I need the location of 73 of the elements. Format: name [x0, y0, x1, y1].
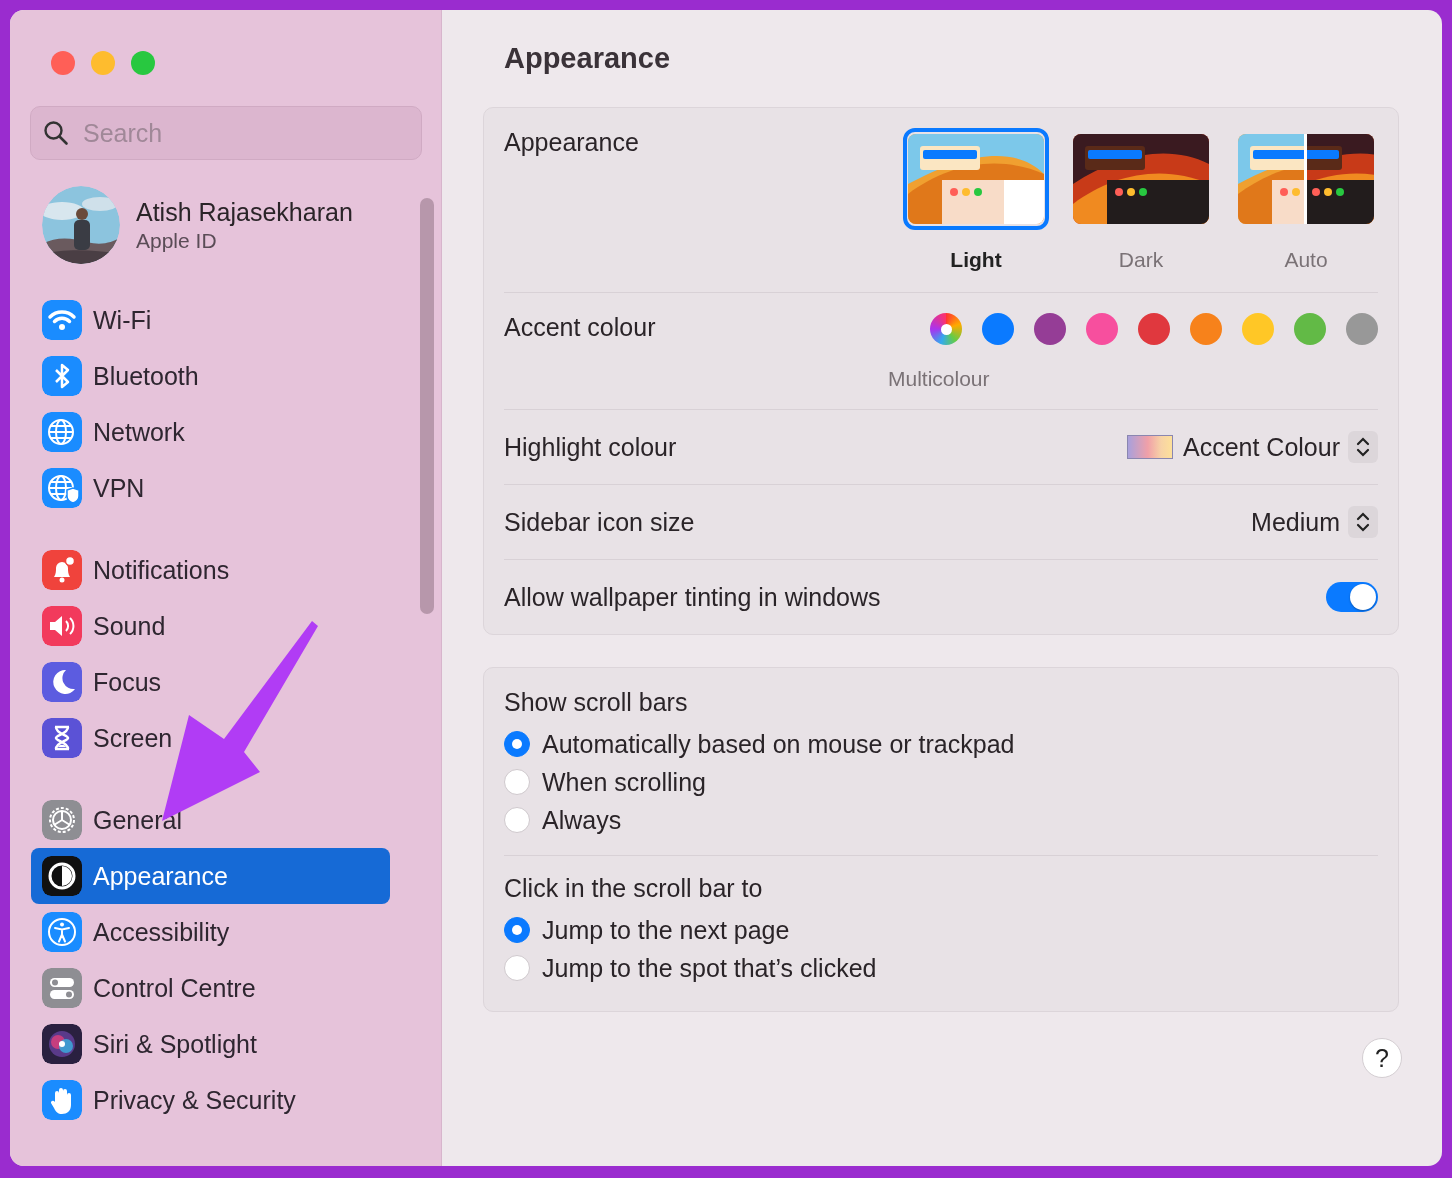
- stepper-icon[interactable]: [1348, 506, 1378, 538]
- setting-label: Accent colour: [504, 313, 656, 342]
- accent-name: Multicolour: [888, 367, 990, 391]
- gradient-swatch: [1126, 435, 1173, 459]
- search-field[interactable]: Search: [30, 106, 422, 160]
- setting-label: Highlight colour: [504, 432, 677, 462]
- sidebar-item[interactable]: Wi-Fi: [31, 292, 390, 348]
- sidebar-item[interactable]: Sound: [31, 598, 390, 654]
- hand-icon: [42, 1080, 82, 1120]
- accent-swatch[interactable]: [1086, 313, 1118, 345]
- setting-label: Appearance: [504, 128, 639, 157]
- help-button[interactable]: ?: [1362, 1038, 1402, 1078]
- radio-label[interactable]: Jump to the spot that’s clicked: [542, 953, 877, 983]
- accent-swatch[interactable]: [930, 313, 962, 345]
- group-title: Show scroll bars: [504, 688, 689, 717]
- theme-label: Light: [950, 248, 1002, 272]
- radio-button[interactable]: [504, 769, 530, 795]
- sidebar-item[interactable]: Appearance: [31, 848, 390, 904]
- popup-value[interactable]: Medium: [1251, 507, 1340, 537]
- search-icon: [43, 120, 69, 146]
- radio-label[interactable]: Always: [542, 805, 622, 835]
- sidebar-item[interactable]: Network: [31, 404, 390, 460]
- setting-label: Allow wallpaper tinting in windows: [504, 582, 881, 612]
- bell-icon: [42, 550, 82, 590]
- sidebar-item[interactable]: Accessibility: [31, 904, 390, 960]
- accent-swatch[interactable]: [1034, 313, 1066, 345]
- accent-swatch[interactable]: [1138, 313, 1170, 345]
- sidebar-item[interactable]: Siri & Spotlight: [31, 1016, 390, 1072]
- sidebar-item[interactable]: Screen: [31, 710, 390, 766]
- moon-icon: [42, 662, 82, 702]
- wifi-icon: [42, 300, 82, 340]
- theme-label: Auto: [1284, 248, 1328, 272]
- account-subtitle: Apple ID: [136, 228, 218, 253]
- toggle-switch[interactable]: [1326, 582, 1378, 612]
- accent-swatch[interactable]: [1346, 313, 1378, 345]
- contrast-icon: [42, 856, 82, 896]
- accent-swatch[interactable]: [1190, 313, 1222, 345]
- radio-button[interactable]: [504, 807, 530, 833]
- sidebar-item[interactable]: Bluetooth: [31, 348, 390, 404]
- globe-icon: [42, 412, 82, 452]
- group-title: Click in the scroll bar to: [504, 874, 764, 903]
- radio-label[interactable]: When scrolling: [542, 767, 706, 797]
- radio-button[interactable]: [504, 955, 530, 981]
- setting-label: Sidebar icon size: [504, 507, 695, 537]
- radio-label[interactable]: Jump to the next page: [542, 915, 790, 945]
- page-title: Appearance: [504, 42, 671, 75]
- bluetooth-icon: [42, 356, 82, 396]
- switches-icon: [42, 968, 82, 1008]
- radio-button[interactable]: [504, 731, 530, 757]
- accent-swatch[interactable]: [1294, 313, 1326, 345]
- account-name[interactable]: Atish Rajasekharan: [136, 197, 353, 227]
- window-close-button[interactable]: [51, 51, 75, 75]
- radio-label[interactable]: Automatically based on mouse or trackpad: [542, 729, 1015, 759]
- sidebar-item[interactable]: Notifications: [31, 542, 390, 598]
- stepper-icon[interactable]: [1348, 431, 1378, 463]
- sidebar-item[interactable]: VPN: [31, 460, 390, 516]
- sidebar-item[interactable]: General: [31, 792, 390, 848]
- accent-swatch[interactable]: [982, 313, 1014, 345]
- accent-swatch[interactable]: [1242, 313, 1274, 345]
- globe-shield-icon: [42, 468, 82, 508]
- speaker-icon: [42, 606, 82, 646]
- orb-icon: [42, 1024, 82, 1064]
- scrollbar[interactable]: [420, 198, 434, 614]
- sidebar-item[interactable]: Control Centre: [31, 960, 390, 1016]
- radio-button[interactable]: [504, 917, 530, 943]
- search-field[interactable]: Search: [81, 117, 385, 149]
- hourglass-icon: [42, 718, 82, 758]
- sidebar-item[interactable]: Focus: [31, 654, 390, 710]
- sidebar-item[interactable]: Privacy & Security: [31, 1072, 390, 1128]
- popup-value[interactable]: Accent Colour: [1182, 432, 1340, 462]
- person-icon: [42, 912, 82, 952]
- theme-label: Dark: [1118, 248, 1164, 272]
- gear-icon: [42, 800, 82, 840]
